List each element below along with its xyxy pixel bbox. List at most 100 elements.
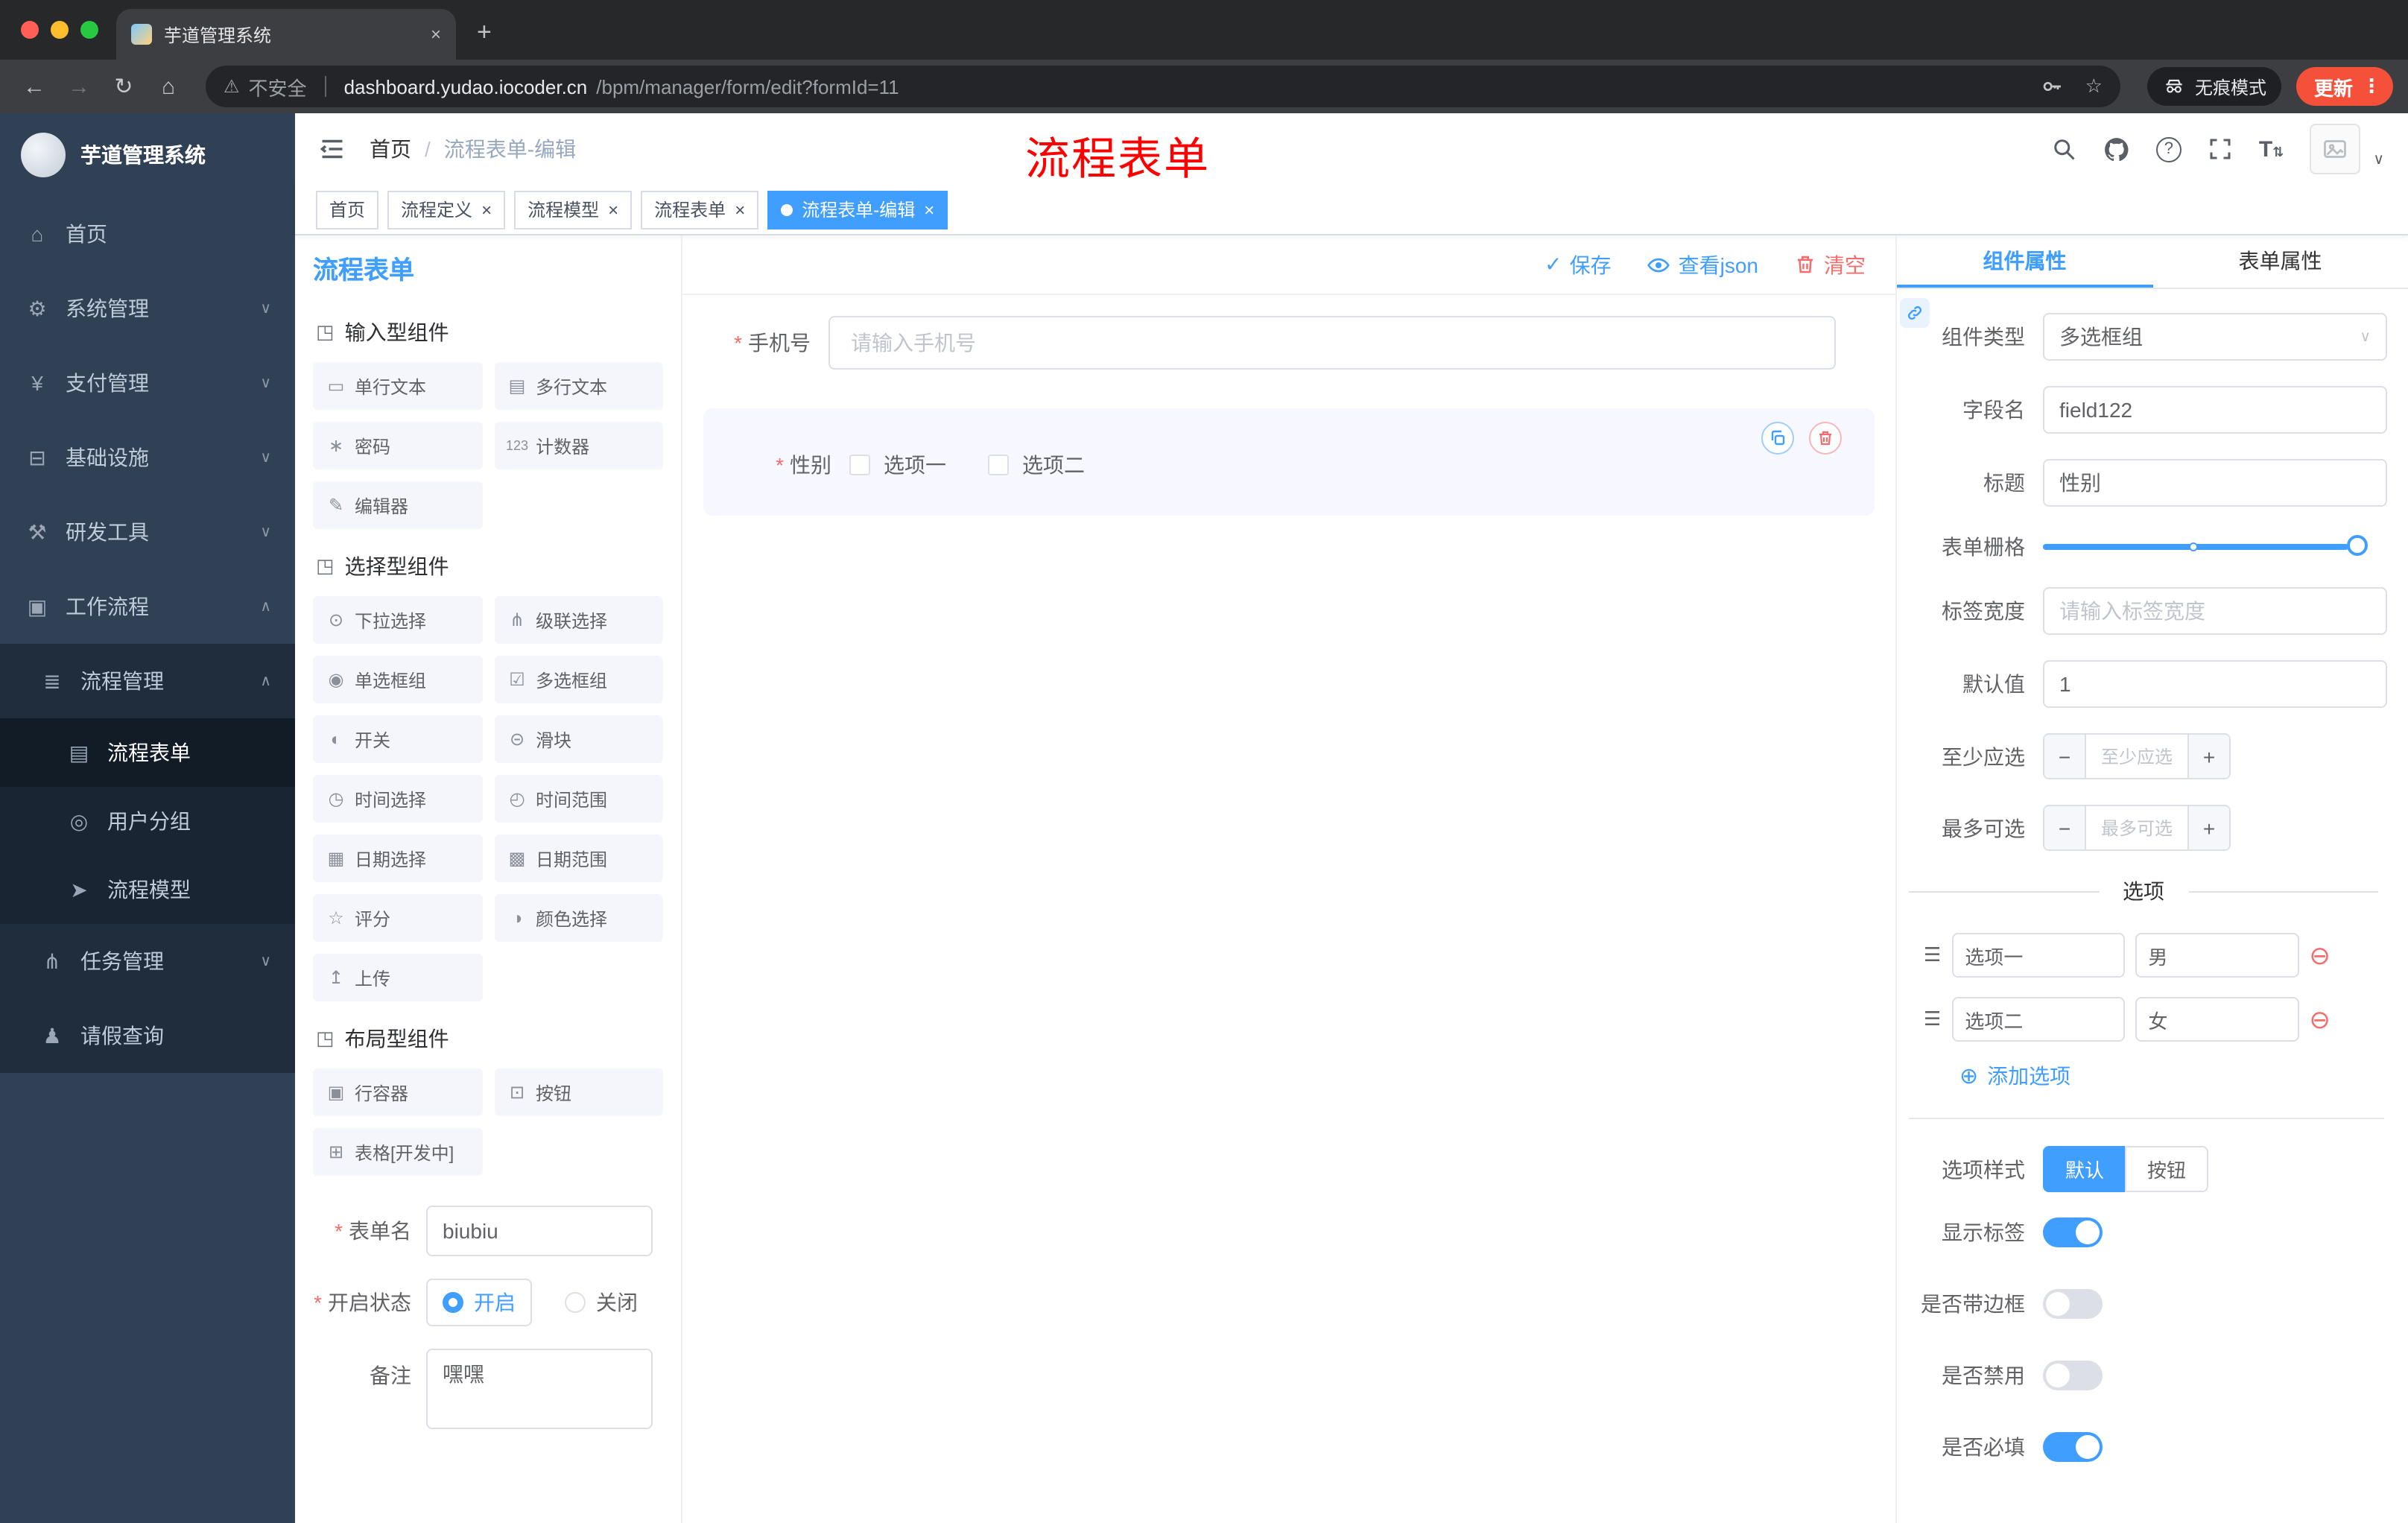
close-window-button[interactable] <box>21 21 39 39</box>
tag-process-form-edit[interactable]: 流程表单-编辑 × <box>767 190 948 229</box>
component-cascader[interactable]: ⋔ 级联选择 <box>494 596 663 644</box>
remove-option-icon[interactable]: ⊖ <box>2309 943 2331 968</box>
back-icon[interactable]: ← <box>15 74 54 99</box>
component-rate[interactable]: ☆ 评分 <box>313 894 482 942</box>
avatar[interactable] <box>2309 124 2360 174</box>
component-button[interactable]: ⊡ 按钮 <box>494 1068 663 1116</box>
search-icon[interactable] <box>2050 136 2077 162</box>
slider-handle[interactable] <box>2347 535 2368 556</box>
delete-component-button[interactable] <box>1809 422 1842 455</box>
canvas-field-gender-selected[interactable]: 性别 选项一 选项二 <box>703 408 1875 516</box>
drag-handle-icon[interactable]: ☰ <box>1924 1007 1941 1031</box>
gender-option-2[interactable]: 选项二 <box>988 450 1085 480</box>
option-value-input[interactable] <box>2135 933 2299 978</box>
sidebar-item-home[interactable]: ⌂ 首页 <box>0 197 295 271</box>
min-select-stepper[interactable]: − 至少应选 + <box>2043 733 2231 779</box>
style-button-button[interactable]: 按钮 <box>2125 1146 2209 1192</box>
close-icon[interactable]: × <box>481 200 492 218</box>
github-icon[interactable] <box>2103 135 2131 163</box>
sidebar-item-task-management[interactable]: ⋔ 任务管理 ∨ <box>0 924 295 998</box>
browser-menu-icon[interactable]: ⋮ <box>2362 75 2381 98</box>
component-time-picker[interactable]: ◷ 时间选择 <box>313 775 482 823</box>
component-multi-line-text[interactable]: ▤ 多行文本 <box>494 362 663 410</box>
view-json-button[interactable]: 查看json <box>1647 250 1758 279</box>
minus-icon[interactable]: − <box>2044 806 2086 849</box>
font-size-icon[interactable]: T⇅ <box>2259 136 2284 162</box>
tag-process-model[interactable]: 流程模型 × <box>514 190 633 229</box>
add-option-button[interactable]: ⊕ 添加选项 <box>1959 1061 2387 1091</box>
tag-home[interactable]: 首页 <box>316 190 379 229</box>
field-name-input[interactable] <box>2043 386 2387 434</box>
home-icon[interactable]: ⌂ <box>149 74 188 99</box>
default-value-input[interactable] <box>2043 660 2387 708</box>
remove-option-icon[interactable]: ⊖ <box>2309 1007 2331 1032</box>
bookmark-star-icon[interactable]: ☆ <box>2085 75 2103 98</box>
sidebar-item-payment-management[interactable]: ¥ 支付管理 ∨ <box>0 346 295 420</box>
component-date-range[interactable]: ▩ 日期范围 <box>494 835 663 882</box>
tab-component-properties[interactable]: 组件属性 <box>1897 235 2152 288</box>
fullscreen-icon[interactable] <box>2207 136 2234 162</box>
component-switch[interactable]: ◐ 开关 <box>313 715 482 763</box>
remark-textarea[interactable]: 嘿嘿 <box>426 1349 653 1429</box>
required-toggle[interactable] <box>2043 1432 2103 1462</box>
close-icon[interactable]: × <box>735 200 745 218</box>
plus-icon[interactable]: + <box>2187 735 2229 778</box>
style-default-button[interactable]: 默认 <box>2043 1146 2126 1192</box>
form-grid-slider[interactable] <box>2043 535 2368 556</box>
tag-process-form[interactable]: 流程表单 × <box>641 190 759 229</box>
phone-input[interactable] <box>828 316 1836 370</box>
sidebar-item-workflow[interactable]: ▣ 工作流程 ∧ <box>0 569 295 644</box>
sidebar-item-leave-query[interactable]: ♟ 请假查询 <box>0 998 295 1073</box>
max-select-stepper[interactable]: − 最多可选 + <box>2043 805 2231 851</box>
update-button[interactable]: 更新 ⋮ <box>2295 67 2393 106</box>
sidebar-item-user-group[interactable]: ◎ 用户分组 <box>0 787 295 855</box>
component-color-picker[interactable]: ◑ 颜色选择 <box>494 894 663 942</box>
show-label-toggle[interactable] <box>2043 1218 2103 1247</box>
close-icon[interactable]: × <box>608 200 618 218</box>
copy-component-button[interactable] <box>1761 422 1794 455</box>
tab-close-icon[interactable]: × <box>431 24 441 45</box>
component-editor[interactable]: ✎ 编辑器 <box>313 481 482 529</box>
close-icon[interactable]: × <box>924 200 934 218</box>
component-counter[interactable]: 123 计数器 <box>494 422 663 469</box>
zoom-window-button[interactable] <box>80 21 98 39</box>
hamburger-icon[interactable] <box>319 136 346 162</box>
browser-tab[interactable]: 芋道管理系统 × <box>116 9 456 60</box>
drag-handle-icon[interactable]: ☰ <box>1924 943 1941 967</box>
breadcrumb-home[interactable]: 首页 <box>370 134 411 164</box>
border-toggle[interactable] <box>2043 1289 2103 1319</box>
password-key-icon[interactable] <box>2041 75 2065 98</box>
minimize-window-button[interactable] <box>51 21 69 39</box>
tag-process-definition[interactable]: 流程定义 × <box>387 190 506 229</box>
component-password[interactable]: ∗ 密码 <box>313 422 482 469</box>
component-row-container[interactable]: ▣ 行容器 <box>313 1068 482 1116</box>
option-label-input[interactable] <box>1951 933 2125 978</box>
component-type-select[interactable]: 多选框组 ∨ <box>2043 313 2387 361</box>
form-name-input[interactable] <box>426 1206 653 1256</box>
component-time-range[interactable]: ◴ 时间范围 <box>494 775 663 823</box>
tab-form-properties[interactable]: 表单属性 <box>2152 235 2408 288</box>
sidebar-item-process-form[interactable]: ▤ 流程表单 <box>0 718 295 787</box>
sidebar-item-system-management[interactable]: ⚙ 系统管理 ∨ <box>0 271 295 346</box>
checkbox-icon[interactable] <box>988 455 1009 475</box>
minus-icon[interactable]: − <box>2044 735 2086 778</box>
component-slider[interactable]: ⊝ 滑块 <box>494 715 663 763</box>
sidebar-item-process-management[interactable]: ≣ 流程管理 ∧ <box>0 644 295 718</box>
help-icon[interactable]: ? <box>2155 136 2182 162</box>
sidebar-item-process-model[interactable]: ➤ 流程模型 <box>0 855 295 924</box>
plus-icon[interactable]: + <box>2187 806 2229 849</box>
component-date-picker[interactable]: ▦ 日期选择 <box>313 835 482 882</box>
address-bar[interactable]: ⚠ 不安全 dashboard.yudao.iocoder.cn /bpm/ma… <box>206 66 2120 107</box>
sidebar-item-infrastructure[interactable]: ⊟ 基础设施 ∨ <box>0 420 295 495</box>
checkbox-icon[interactable] <box>849 455 870 475</box>
canvas-field-phone[interactable]: 手机号 <box>703 316 1875 370</box>
component-checkbox-group[interactable]: ☑ 多选框组 <box>494 656 663 703</box>
link-icon[interactable] <box>1900 298 1930 328</box>
component-single-line-text[interactable]: ▭ 单行文本 <box>313 362 482 410</box>
component-table[interactable]: ⊞ 表格[开发中] <box>313 1128 482 1176</box>
caret-down-icon[interactable]: ∨ <box>2373 152 2384 168</box>
component-upload[interactable]: ↥ 上传 <box>313 954 482 1001</box>
status-radio-off[interactable]: 关闭 <box>565 1288 638 1317</box>
title-input[interactable] <box>2043 459 2387 507</box>
clear-button[interactable]: 清空 <box>1794 250 1866 279</box>
